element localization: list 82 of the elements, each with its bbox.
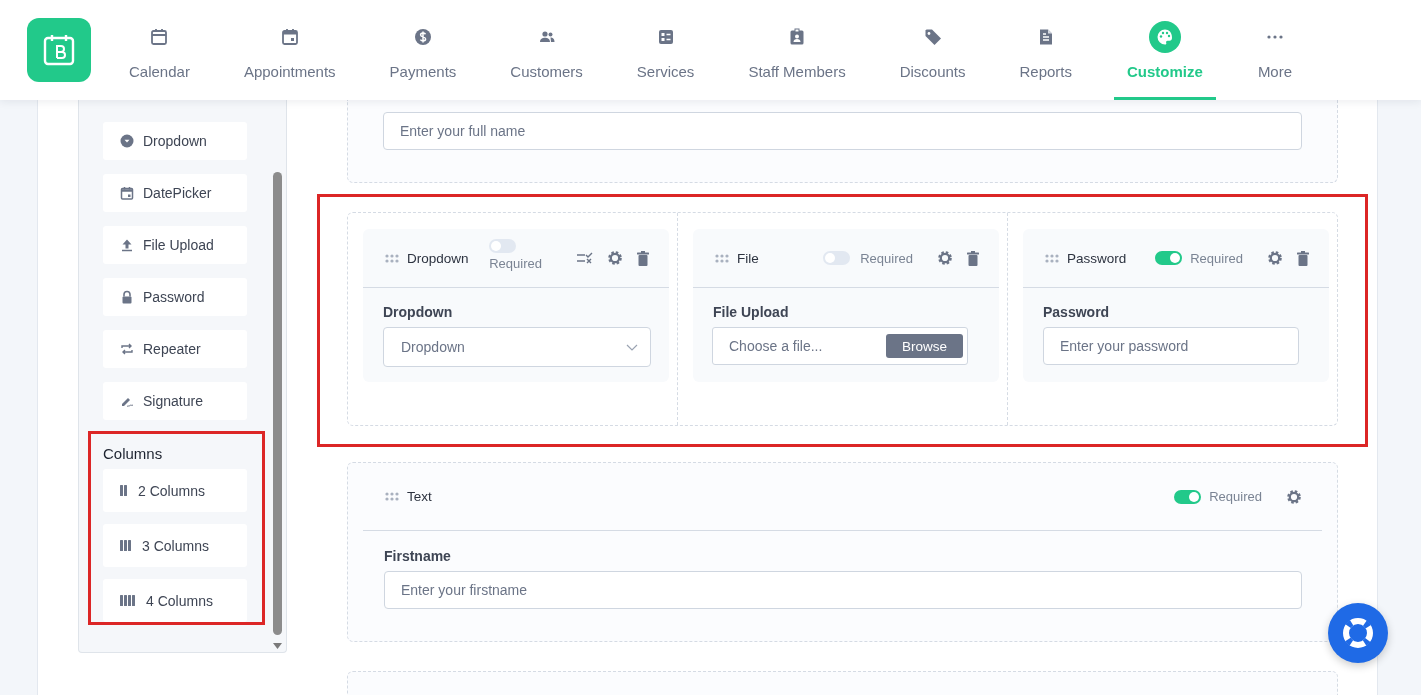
column-layout-label: 3 Columns [142, 537, 209, 554]
nav-tab[interactable]: Discounts [887, 0, 978, 100]
field-title: Dropdown [407, 250, 469, 266]
firstname-input[interactable]: Enter your firstname [384, 571, 1302, 609]
drag-handle-icon[interactable] [715, 253, 729, 263]
trash-icon[interactable] [1297, 250, 1309, 266]
field-type-item[interactable]: Signature [103, 382, 247, 420]
required-toggle[interactable] [489, 239, 517, 253]
nav-tab[interactable]: Calendar [117, 0, 202, 100]
trash-icon[interactable] [637, 250, 649, 266]
file-upload-field[interactable]: Choose a file... Browse [712, 327, 968, 365]
nav-tab[interactable]: Services [624, 0, 707, 100]
drag-handle-icon[interactable] [385, 492, 399, 501]
fullname-input[interactable]: Enter your full name [383, 112, 1302, 150]
column-layout-item[interactable]: 2 Columns [103, 469, 247, 512]
columns-icon [120, 485, 129, 496]
section-title: Columns [103, 445, 164, 462]
dropdown-select[interactable]: Dropdown [383, 327, 651, 367]
column-layout-label: 4 Columns [146, 592, 213, 609]
field-type-label: Dropdown [143, 133, 207, 149]
settings-icon[interactable] [1267, 250, 1283, 266]
password-input[interactable]: Enter your password [1043, 327, 1299, 365]
required-label: Required [1190, 250, 1243, 266]
required-label: Required [860, 250, 913, 266]
list-icon [656, 27, 675, 46]
list-check-icon[interactable] [576, 251, 593, 265]
drag-handle-icon[interactable] [385, 253, 399, 263]
settings-icon[interactable] [607, 250, 623, 266]
field-type-label: Repeater [143, 341, 201, 357]
field-title: Text [407, 489, 432, 504]
required-toggle[interactable] [823, 251, 851, 265]
tag-icon [923, 27, 942, 46]
settings-icon[interactable] [1286, 488, 1302, 505]
field-type-label: Password [143, 289, 205, 305]
nav-tab[interactable]: More [1245, 0, 1305, 100]
field-type-item[interactable]: Dropdown [103, 122, 247, 160]
column-layout-item[interactable]: 4 Columns [103, 579, 247, 622]
app-logo[interactable] [27, 18, 91, 82]
drag-handle-icon[interactable] [1045, 253, 1059, 263]
nav-tab[interactable]: Reports [1007, 0, 1085, 100]
calendar-icon [280, 27, 299, 46]
field-type-item[interactable]: Password [103, 278, 247, 316]
field-label: Dropdown [383, 304, 454, 320]
field-title: Password [1067, 250, 1127, 266]
column-layout-item[interactable]: 3 Columns [103, 524, 247, 567]
repeat-icon [120, 342, 134, 356]
lifebuoy-icon [1341, 616, 1375, 650]
scroll-down-arrow-icon[interactable] [273, 643, 282, 649]
field-label: Password [1043, 304, 1111, 320]
dropdown-icon [120, 134, 134, 148]
required-toggle[interactable] [1174, 489, 1202, 504]
dollar-icon [413, 27, 432, 46]
settings-icon[interactable] [937, 250, 953, 266]
field-type-item[interactable]: DatePicker [103, 174, 247, 212]
calendar-icon [150, 27, 169, 46]
required-toggle[interactable] [1155, 251, 1183, 265]
field-type-item[interactable]: File Upload [103, 226, 247, 264]
columns-icon [120, 540, 133, 551]
field-label: Firstname [384, 548, 452, 564]
nav-tab[interactable]: Payments [377, 0, 469, 100]
field-type-item[interactable]: Repeater [103, 330, 247, 368]
field-type-label: DatePicker [143, 185, 212, 201]
field-label: File Upload [713, 304, 790, 320]
chevron-down-icon [626, 343, 638, 351]
nav-tab[interactable]: Appointments [231, 0, 348, 100]
column-layout-label: 2 Columns [138, 482, 205, 499]
palette-icon [1148, 20, 1181, 53]
nav-tab[interactable]: Staff Members [736, 0, 858, 100]
upload-icon [120, 238, 134, 252]
field-type-label: Signature [143, 393, 203, 409]
field-type-label: File Upload [143, 237, 214, 253]
lock-icon [120, 290, 134, 304]
required-label: Required [1209, 489, 1262, 504]
browse-button[interactable]: Browse [886, 334, 963, 358]
nav-tab[interactable]: Customers [498, 0, 595, 100]
columns-icon [120, 595, 137, 606]
id-badge-icon [788, 27, 806, 46]
more-dots-icon [1265, 33, 1284, 40]
trash-icon[interactable] [967, 250, 979, 266]
required-label: Required [489, 256, 542, 271]
calendar-icon [120, 186, 134, 200]
field-title: File [737, 250, 759, 266]
